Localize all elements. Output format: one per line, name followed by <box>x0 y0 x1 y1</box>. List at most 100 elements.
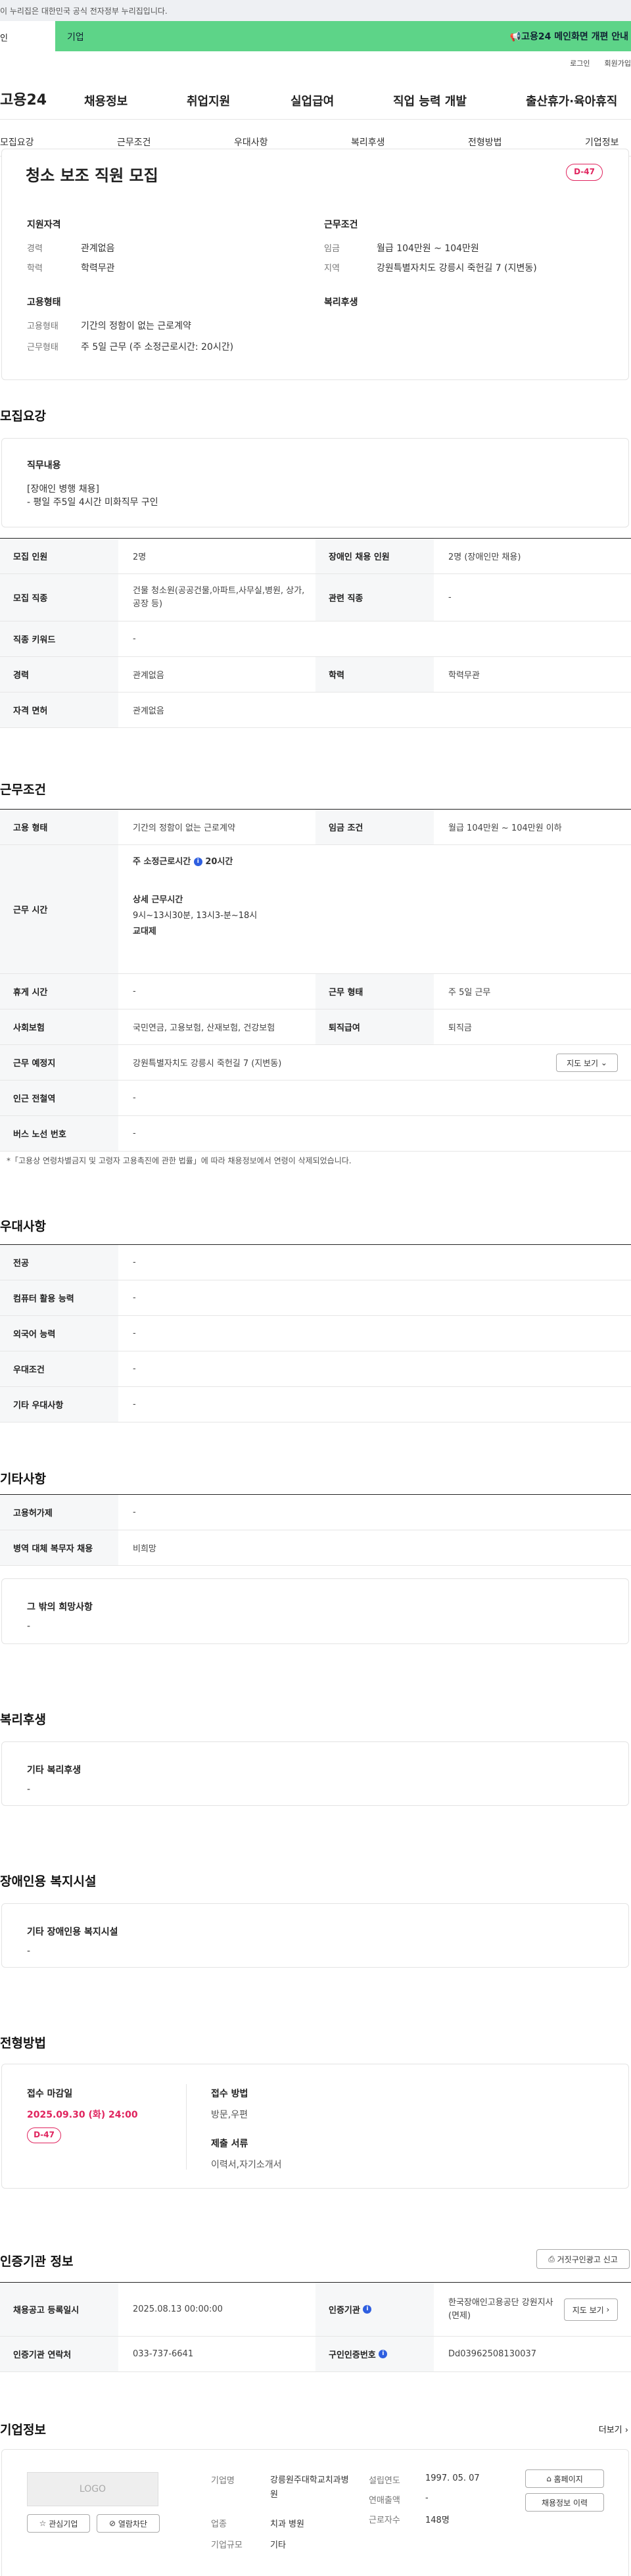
notice-banner[interactable]: 인 기업 📢고용24 메인화면 개편 안내 <box>0 21 631 51</box>
facility-box: 기타 장애인용 복지시설 - <box>1 1903 629 1968</box>
permit-th: 고용허가제 <box>0 1495 118 1530</box>
emp-title: 고용형태 <box>27 297 61 308</box>
table-row: 경력 관계없음 학력 학력무관 <box>0 657 631 693</box>
info-icon[interactable]: i <box>379 2350 388 2358</box>
employees-value: 148명 <box>425 2515 450 2525</box>
info-icon[interactable]: i <box>193 858 202 866</box>
work-form-th: 근무 형태 <box>316 974 434 1009</box>
star-icon: ☆ <box>39 2519 49 2528</box>
info-icon[interactable]: i <box>363 2305 372 2314</box>
preference-table: 전공 - 컴퓨터 활용 능력 - 외국어 능력 - 우대조건 - 기타 우대사항 - <box>0 1244 631 1422</box>
emp-work-key: 근무형태 <box>27 343 58 352</box>
wage-td: 월급 104만원 ~ 104만원 이하 <box>448 823 562 833</box>
duty-title: 직무내용 <box>27 460 61 471</box>
hope-title: 그 밖의 희망사항 <box>27 1602 93 1613</box>
section-title-etc: 기타사항 <box>0 1472 46 1486</box>
table-row: 고용 형태 기간의 정함이 없는 근로계약 임금 조건 월급 104만원 ~ 1… <box>0 810 631 845</box>
banner-green[interactable]: 기업 📢고용24 메인화면 개편 안내 <box>55 21 631 51</box>
industry-value: 치과 병원 <box>270 2519 304 2529</box>
gnb-menu-leave[interactable]: 출산휴가·육아휴직 <box>526 92 617 109</box>
employees-key: 근로자수 <box>369 2515 400 2525</box>
signup-link[interactable]: 회원가입 <box>605 59 631 68</box>
wage-th: 임금 조건 <box>316 810 434 844</box>
agency-map-button[interactable]: 지도 보기 › <box>564 2298 618 2321</box>
size-key: 기업규모 <box>211 2540 243 2550</box>
agency-map-button-label: 지도 보기 <box>572 2305 604 2315</box>
recruit-count-th: 모집 인원 <box>0 539 118 573</box>
qual-career-key: 경력 <box>27 244 43 254</box>
gnb-menu-support[interactable]: 취업지원 <box>187 92 230 109</box>
company-more-link[interactable]: 더보기 › <box>599 2423 628 2435</box>
detail-hours-label: 상세 근무시간 <box>133 895 183 905</box>
gnb-menu-training[interactable]: 직업 능력 개발 <box>393 92 467 109</box>
cond-title: 근무조건 <box>324 220 358 230</box>
table-row: 채용공고 등록일시 2025.08.13 00:00:00 인증기관 i 한국장… <box>0 2283 631 2337</box>
table-row: 근무 시간 주 소정근로시간 i 20시간 상세 근무시간 9시~13시30분,… <box>0 845 631 974</box>
chevron-right-icon: › <box>603 2305 610 2314</box>
process-dday-badge: D-47 <box>27 2127 61 2143</box>
company-name-key: 기업명 <box>211 2476 235 2486</box>
map-button[interactable]: 지도 보기 ⌄ <box>556 1054 618 1072</box>
login-link[interactable]: 로그인 <box>570 59 590 68</box>
tab-recruit[interactable]: 모집요강 <box>0 135 34 149</box>
emp-type-key: 고용형태 <box>27 322 58 331</box>
etc-table: 고용허가제 - 병역 대체 복무자 채용 비희망 <box>0 1494 631 1566</box>
emp-form-td: 기간의 정함이 없는 근로계약 <box>133 823 235 833</box>
banner-link[interactable]: 📢고용24 메인화면 개편 안내 <box>510 30 628 43</box>
job-history-button[interactable]: 채용정보 이력 <box>525 2493 604 2512</box>
keyword-td: - <box>133 634 136 644</box>
block-view-button[interactable]: ⊘ 열람차단 <box>97 2514 160 2533</box>
welfare-title: 복리후생 <box>324 297 358 308</box>
pref-etc-th: 기타 우대사항 <box>0 1387 118 1422</box>
license-th: 자격 면허 <box>0 693 118 727</box>
cond-region-key: 지역 <box>324 264 340 274</box>
cert-no-td: Dd03962508130037 <box>448 2349 537 2359</box>
gnb-menu-jobs[interactable]: 채용정보 <box>84 92 128 109</box>
global-nav: 고용24 채용정보 취업지원 실업급여 직업 능력 개발 출산휴가·육아휴직 <box>0 80 631 120</box>
related-job-th: 관련 직종 <box>316 574 434 621</box>
weekly-hours-value: 20시간 <box>205 857 233 867</box>
facility-title: 기타 장애인용 복지시설 <box>27 1927 118 1937</box>
job-type-th: 모집 직종 <box>0 574 118 621</box>
cond-wage-key: 임금 <box>324 244 340 254</box>
tel-td: 033-737-6641 <box>133 2349 194 2359</box>
tab-preference[interactable]: 우대사항 <box>234 135 268 149</box>
cert-no-th: 구인인증번호 i <box>316 2337 434 2371</box>
section-title-preference: 우대사항 <box>0 1219 46 1234</box>
subway-td: - <box>133 1093 136 1103</box>
age-law-note: *「고용상 연령차별금지 및 고령자 고용촉진에 관한 법률」에 따라 채용정보… <box>7 1156 352 1165</box>
interest-company-button[interactable]: ☆ 관심기업 <box>27 2514 90 2533</box>
severance-th: 퇴직급여 <box>316 1009 434 1044</box>
table-row: 인근 전철역 - <box>0 1081 631 1116</box>
tab-company[interactable]: 기업정보 <box>585 135 619 149</box>
tab-conditions[interactable]: 근무조건 <box>117 135 151 149</box>
hope-value: - <box>27 1621 31 1632</box>
gnb-menu-benefit[interactable]: 실업급여 <box>291 92 334 109</box>
cond-region-value: 강원특별자치도 강릉시 죽헌길 7 (지변동) <box>377 263 537 274</box>
tab-welfare[interactable]: 복리후생 <box>351 135 385 149</box>
table-row: 우대조건 - <box>0 1351 631 1387</box>
qual-edu-key: 학력 <box>27 264 43 274</box>
table-row: 모집 직종 건물 청소원(공공건물,아파트,사무실,병원, 상가,공장 등) 관… <box>0 574 631 621</box>
process-divider <box>186 2084 187 2170</box>
agency-table: 채용공고 등록일시 2025.08.13 00:00:00 인증기관 i 한국장… <box>0 2282 631 2372</box>
bus-td: - <box>133 1129 136 1138</box>
est-value: 1997. 05. 07 <box>425 2473 480 2483</box>
banner-link-text: 고용24 메인화면 개편 안내 <box>521 32 628 42</box>
weekly-hours: 주 소정근로시간 i 20시간 <box>133 854 233 867</box>
report-button-label: 거짓구인광고 신고 <box>557 2254 618 2264</box>
company-name-value: 강릉원주대학교치과병원 <box>270 2475 349 2500</box>
site-logo[interactable]: 고용24 <box>0 88 47 109</box>
report-button[interactable]: ⎙ 거짓구인광고 신고 <box>536 2249 630 2269</box>
docs-value: 이력서,자기소개서 <box>211 2160 282 2170</box>
table-row: 컴퓨터 활용 능력 - <box>0 1280 631 1316</box>
duty-line-2: - 평일 주5일 4시간 미화직무 구인 <box>27 497 158 508</box>
section-title-welfare: 복리후생 <box>0 1713 46 1727</box>
qual-career-value: 관계없음 <box>81 243 115 254</box>
homepage-button[interactable]: ⌂ 홈페이지 <box>525 2469 604 2488</box>
facility-value: - <box>27 1946 31 1956</box>
tab-process[interactable]: 전형방법 <box>468 135 502 149</box>
disabled-count-th: 장애인 채용 인원 <box>316 539 434 573</box>
block-label: 열람차단 <box>118 2519 148 2529</box>
sales-key: 연매출액 <box>369 2496 400 2506</box>
